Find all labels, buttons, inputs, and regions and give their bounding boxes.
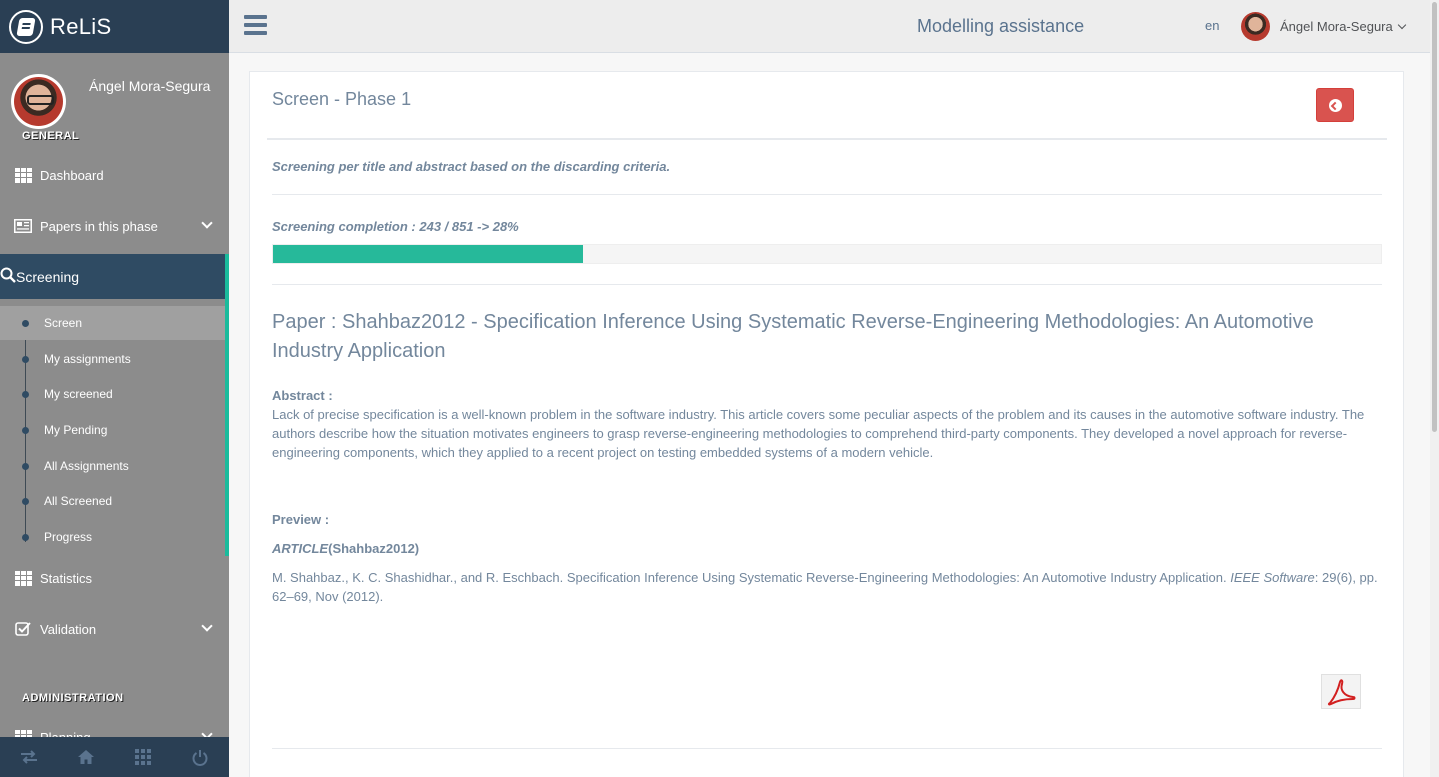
- sidebar-item-statistics[interactable]: Statistics: [0, 558, 229, 598]
- chevron-down-icon: [201, 620, 213, 632]
- grid-icon: [14, 167, 32, 183]
- sidebar-subitem-my-assignments[interactable]: My assignments: [0, 342, 225, 376]
- progress-bar: [272, 244, 1382, 264]
- bullet-icon: [22, 426, 29, 434]
- section-title-general: GENERAL: [22, 130, 80, 142]
- chevron-down-icon: [1397, 20, 1406, 29]
- check-square-icon: [14, 621, 32, 637]
- active-indicator: [225, 254, 229, 556]
- grid-icon[interactable]: [115, 737, 172, 777]
- phase-description: Screening per title and abstract based o…: [272, 159, 671, 174]
- search-icon: [0, 267, 16, 286]
- bullet-icon: [22, 497, 29, 505]
- bullet-icon: [22, 533, 29, 541]
- screening-group: Screening Screen My assignments My scree…: [0, 254, 229, 556]
- article-key: (Shahbaz2012): [328, 541, 420, 556]
- sidebar-footer: [0, 737, 229, 777]
- pdf-icon[interactable]: [1321, 674, 1361, 709]
- power-icon[interactable]: [172, 737, 229, 777]
- brand-name: ReLiS: [50, 13, 112, 39]
- book-logo-icon: [9, 9, 43, 44]
- bullet-icon: [22, 462, 29, 470]
- sidebar-subitem-my-screened[interactable]: My screened: [0, 377, 225, 411]
- divider: [272, 748, 1382, 749]
- preview-label: Preview :: [272, 512, 330, 527]
- newspaper-icon: [14, 218, 32, 234]
- sidebar-item-dashboard[interactable]: Dashboard: [0, 155, 229, 195]
- project-title: Modelling assistance: [917, 16, 1085, 36]
- scrollbar[interactable]: [1430, 0, 1439, 777]
- completion-text: Screening completion : 243 / 851 -> 28%: [272, 219, 519, 234]
- sidebar-item-label: Validation: [40, 621, 97, 637]
- sidebar-subitem-all-screened[interactable]: All Screened: [0, 484, 225, 518]
- divider: [272, 284, 1382, 285]
- user-name: Ángel Mora-Segura: [1280, 19, 1393, 34]
- sidebar-subitem-label: My screened: [44, 387, 113, 401]
- home-icon[interactable]: [57, 737, 114, 777]
- citation-main: M. Shahbaz., K. C. Shashidhar., and R. E…: [272, 570, 1227, 585]
- sidebar-subitem-all-assignments[interactable]: All Assignments: [0, 449, 225, 483]
- bullet-icon: [22, 390, 29, 398]
- avatar: [1241, 12, 1270, 41]
- citation-journal: IEEE Software: [1230, 570, 1315, 585]
- sidebar-subitem-label: My Pending: [44, 423, 108, 437]
- citation: M. Shahbaz., K. C. Shashidhar., and R. E…: [272, 568, 1387, 606]
- sidebar-subitem-label: My assignments: [44, 352, 131, 366]
- screening-panel: Screen - Phase 1 Screening per title and…: [249, 71, 1404, 777]
- bullet-icon: [22, 319, 29, 327]
- sidebar-item-label: Dashboard: [40, 167, 104, 183]
- panel-title: Screen - Phase 1: [272, 89, 412, 109]
- menu-toggle-icon[interactable]: [244, 15, 267, 35]
- profile-name: Ángel Mora-Segura: [89, 78, 211, 94]
- abstract-label: Abstract :: [272, 388, 333, 403]
- sidebar-item-screening[interactable]: Screening: [0, 254, 225, 299]
- brand[interactable]: ReLiS: [0, 0, 229, 53]
- exchange-icon[interactable]: [0, 737, 57, 777]
- sidebar-subitem-label: Progress: [44, 530, 93, 544]
- back-button[interactable]: [1316, 88, 1354, 122]
- divider: [272, 194, 1382, 195]
- user-menu[interactable]: Ángel Mora-Segura: [1241, 12, 1406, 41]
- sidebar-item-label: Papers in this phase: [40, 218, 158, 234]
- sidebar-subitem-progress[interactable]: Progress: [0, 520, 225, 554]
- paper-title: Paper : Shahbaz2012 - Specification Infe…: [272, 311, 1314, 362]
- top-navbar: Modelling assistance en Ángel Mora-Segur…: [229, 0, 1439, 53]
- abstract-text: Lack of precise specification is a well-…: [272, 407, 1365, 460]
- sidebar-subitem-screen[interactable]: Screen: [0, 306, 225, 340]
- sidebar-subitem-label: All Screened: [44, 494, 113, 508]
- sidebar-item-label: Statistics: [40, 570, 93, 586]
- sidebar-item-label: Screening: [16, 268, 80, 285]
- sidebar-item-validation[interactable]: Validation: [0, 609, 229, 649]
- divider: [267, 138, 1387, 140]
- sidebar-item-papers[interactable]: Papers in this phase: [0, 206, 229, 246]
- language-selector[interactable]: en: [1205, 18, 1219, 33]
- section-title-administration: ADMINISTRATION: [22, 692, 124, 704]
- avatar: [11, 74, 66, 129]
- article-type: ARTICLE: [272, 541, 329, 556]
- article-reference: ARTICLE(Shahbaz2012): [272, 541, 419, 556]
- sidebar-subitem-label: Screen: [44, 316, 83, 330]
- grid-icon: [14, 570, 32, 586]
- progress-fill: [273, 245, 584, 263]
- scrollbar-thumb[interactable]: [1432, 2, 1437, 432]
- chevron-down-icon: [201, 217, 213, 229]
- sidebar-subitem-label: All Assignments: [44, 459, 129, 473]
- sidebar: ReLiS Ángel Mora-Segura GENERAL Dashboar…: [0, 0, 229, 777]
- arrow-circle-left-icon: [1328, 98, 1342, 112]
- bullet-icon: [22, 355, 29, 363]
- sidebar-subitem-my-pending[interactable]: My Pending: [0, 413, 225, 447]
